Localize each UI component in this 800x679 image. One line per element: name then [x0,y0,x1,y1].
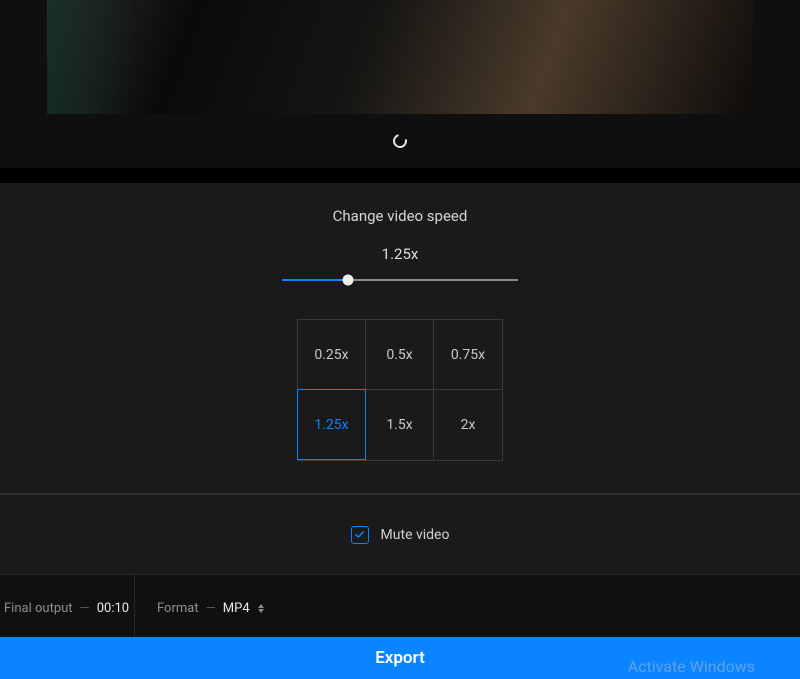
mute-label: Mute video [381,527,450,543]
speed-preset-1-5x[interactable]: 1.5x [366,390,434,460]
final-output-cell: Final output — 00:10 [0,575,135,641]
export-label: Export [375,648,425,668]
stepper-icon [258,604,264,613]
final-output-duration: 00:10 [97,601,129,616]
speed-controls: Change video speed 1.25x 0.25x0.5x0.75x1… [0,183,800,494]
speed-preset-0-25x[interactable]: 0.25x [298,320,366,390]
export-button[interactable]: Export [0,637,800,679]
loading-spinner-icon [390,131,409,150]
speed-preset-0-5x[interactable]: 0.5x [366,320,434,390]
format-label: Format [157,601,199,616]
speed-preset-0-75x[interactable]: 0.75x [434,320,502,390]
dash-icon: — [206,601,216,616]
info-bar: Final output — 00:10 Format — MP4 [0,574,800,641]
format-select[interactable]: MP4 [223,601,264,616]
format-cell: Format — MP4 [135,575,264,641]
mute-row: Mute video [0,494,800,574]
video-frame[interactable] [47,0,753,114]
speed-preset-grid: 0.25x0.5x0.75x 1.25x1.5x2x [297,319,503,461]
speed-preset-1-25x[interactable]: 1.25x [297,389,366,460]
final-output-label: Final output [4,601,73,616]
speed-slider[interactable] [282,271,518,289]
mute-checkbox[interactable] [351,526,369,544]
separator [0,168,800,183]
speed-current-value: 1.25x [382,245,419,263]
format-value: MP4 [223,601,250,616]
slider-thumb[interactable] [343,275,354,286]
loading-row [0,114,800,168]
dash-icon: — [80,601,90,616]
check-icon [354,529,365,540]
video-preview-area [0,0,800,114]
speed-title: Change video speed [333,207,468,225]
speed-preset-2x[interactable]: 2x [434,390,502,460]
slider-fill [282,279,348,281]
